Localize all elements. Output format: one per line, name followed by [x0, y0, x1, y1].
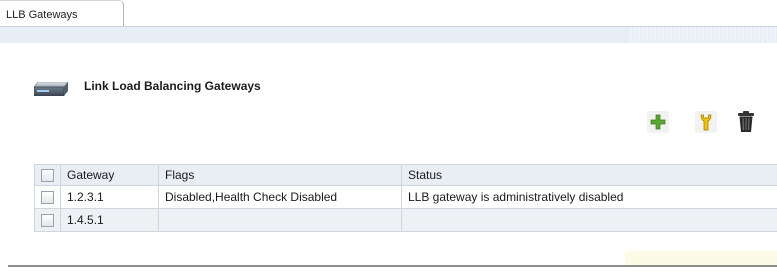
column-header-flags[interactable]: Flags — [158, 164, 402, 186]
strip-texture — [630, 27, 777, 43]
toolbar-strip — [0, 26, 777, 43]
bottom-divider — [8, 265, 777, 267]
tab-llb-gateways[interactable]: LLB Gateways — [0, 0, 124, 26]
row-select-cell — [34, 208, 61, 232]
server-appliance-icon — [34, 82, 68, 96]
page-title: Link Load Balancing Gateways — [84, 79, 261, 93]
delete-button[interactable] — [735, 111, 757, 133]
tab-label: LLB Gateways — [6, 9, 78, 21]
gateway-cell: 1.2.3.1 — [60, 185, 159, 209]
flags-cell — [158, 208, 402, 232]
table-header-row: Gateway Flags Status — [34, 164, 777, 186]
add-icon — [650, 114, 666, 130]
add-button[interactable] — [647, 111, 669, 133]
row-select-cell — [34, 185, 61, 209]
trash-icon — [738, 111, 754, 132]
select-all-checkbox[interactable] — [41, 169, 54, 183]
row-checkbox[interactable] — [41, 214, 54, 228]
status-cell — [401, 208, 777, 232]
status-highlight — [625, 251, 777, 265]
table-row[interactable]: 1.2.3.1 Disabled,Health Check Disabled L… — [34, 185, 777, 209]
column-header-status[interactable]: Status — [401, 164, 777, 186]
gateway-cell: 1.4.5.1 — [60, 208, 159, 232]
wrench-icon — [700, 114, 712, 131]
gateways-table: Gateway Flags Status 1.2.3.1 Disabled,He… — [34, 164, 777, 232]
flags-cell: Disabled,Health Check Disabled — [158, 185, 402, 209]
column-header-gateway[interactable]: Gateway — [60, 164, 159, 186]
edit-button[interactable] — [695, 111, 717, 133]
row-checkbox[interactable] — [41, 191, 54, 205]
status-cell: LLB gateway is administratively disabled — [401, 185, 777, 209]
select-all-cell — [34, 164, 61, 186]
table-row[interactable]: 1.4.5.1 — [34, 208, 777, 232]
tab-bar: LLB Gateways — [0, 0, 777, 27]
